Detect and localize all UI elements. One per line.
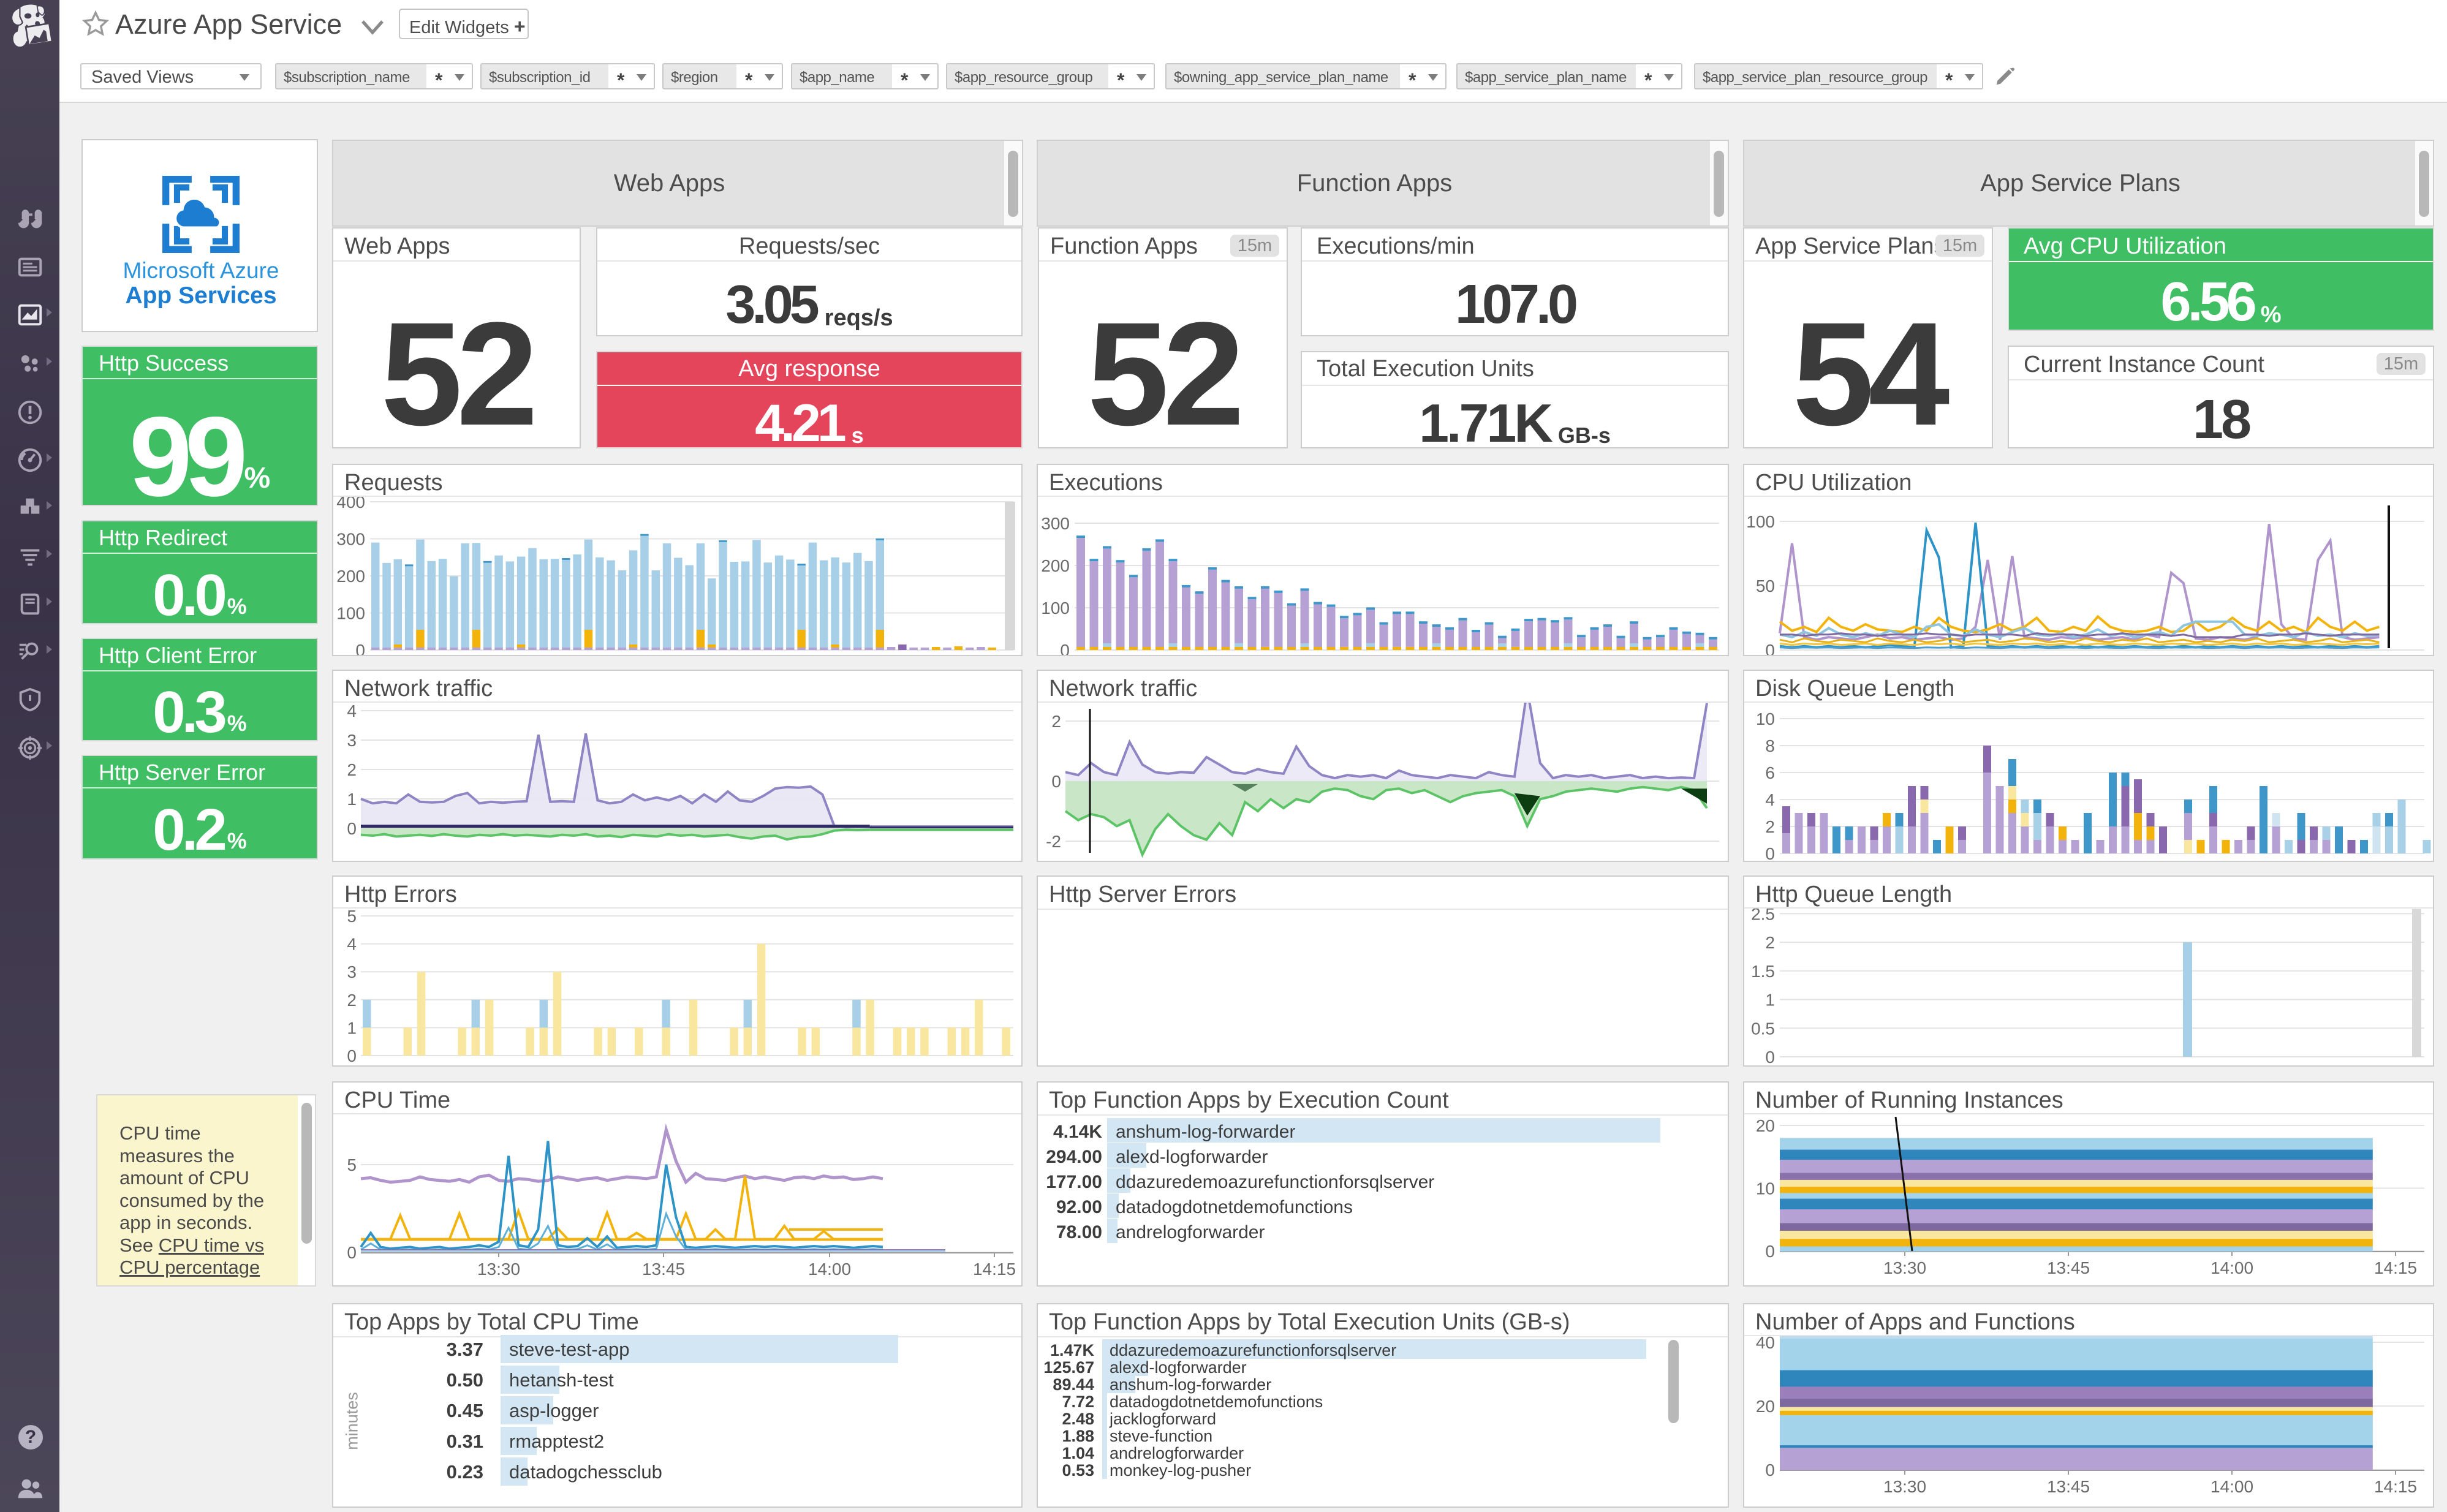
svg-text:0: 0	[355, 641, 365, 656]
svg-text:5: 5	[347, 1155, 357, 1174]
svg-text:1: 1	[347, 1018, 357, 1037]
svg-text:1: 1	[1765, 991, 1775, 1010]
svg-text:3: 3	[347, 962, 357, 981]
svg-text:14:00: 14:00	[808, 1260, 851, 1279]
svg-text:-2: -2	[1046, 832, 1061, 851]
svg-text:10: 10	[1756, 1179, 1775, 1198]
svg-text:20: 20	[1756, 1397, 1775, 1416]
svg-text:2.5: 2.5	[1751, 909, 1775, 923]
svg-text:300: 300	[1041, 514, 1070, 533]
svg-text:14:00: 14:00	[2211, 1477, 2253, 1496]
svg-text:50: 50	[1756, 576, 1775, 595]
svg-text:14:00: 14:00	[2211, 1258, 2253, 1277]
svg-text:100: 100	[336, 604, 365, 623]
svg-text:1.5: 1.5	[1751, 962, 1775, 981]
svg-text:200: 200	[1041, 556, 1070, 575]
svg-text:0: 0	[1765, 1048, 1775, 1066]
svg-text:0: 0	[1051, 772, 1061, 791]
svg-text:14:15: 14:15	[2374, 1258, 2417, 1277]
svg-text:0.5: 0.5	[1751, 1019, 1775, 1038]
svg-text:3: 3	[347, 731, 357, 750]
svg-text:6: 6	[1765, 763, 1775, 782]
svg-text:2: 2	[347, 991, 357, 1010]
svg-text:20: 20	[1756, 1116, 1775, 1135]
svg-text:13:30: 13:30	[1883, 1258, 1926, 1277]
svg-text:0: 0	[1765, 641, 1775, 656]
svg-text:0: 0	[1765, 1461, 1775, 1480]
svg-text:0: 0	[1765, 1242, 1775, 1261]
svg-text:0: 0	[1060, 641, 1070, 656]
svg-text:8: 8	[1765, 736, 1775, 755]
svg-text:13:45: 13:45	[2047, 1477, 2090, 1496]
svg-text:0: 0	[347, 1046, 357, 1065]
svg-text:1: 1	[347, 790, 357, 809]
svg-text:0: 0	[347, 819, 357, 838]
svg-text:14:15: 14:15	[2374, 1477, 2417, 1496]
svg-text:400: 400	[336, 497, 365, 512]
svg-text:4: 4	[347, 935, 357, 954]
svg-text:14:15: 14:15	[973, 1260, 1016, 1279]
svg-text:13:45: 13:45	[642, 1260, 685, 1279]
svg-text:300: 300	[336, 530, 365, 549]
svg-text:40: 40	[1756, 1336, 1775, 1352]
svg-text:2: 2	[1765, 933, 1775, 952]
svg-text:4: 4	[347, 703, 357, 720]
svg-text:100: 100	[1041, 599, 1070, 618]
svg-text:5: 5	[347, 909, 357, 926]
svg-text:100: 100	[1746, 512, 1775, 531]
svg-text:2: 2	[1765, 817, 1775, 836]
svg-text:13:30: 13:30	[1883, 1477, 1926, 1496]
svg-text:2: 2	[347, 760, 357, 779]
svg-text:2: 2	[1051, 712, 1061, 731]
svg-text:13:30: 13:30	[477, 1260, 520, 1279]
svg-text:0: 0	[347, 1243, 357, 1262]
svg-text:10: 10	[1756, 709, 1775, 728]
svg-text:0: 0	[1765, 844, 1775, 861]
svg-text:13:45: 13:45	[2047, 1258, 2090, 1277]
svg-text:200: 200	[336, 567, 365, 586]
svg-text:4: 4	[1765, 790, 1775, 809]
